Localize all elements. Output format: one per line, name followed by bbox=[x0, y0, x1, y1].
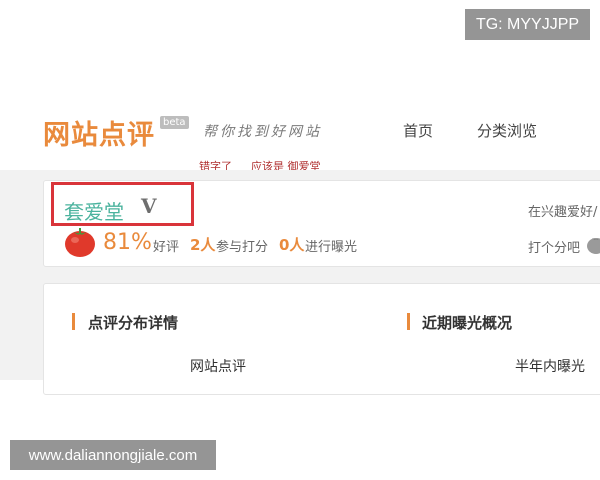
raters-label: 参与打分 bbox=[216, 240, 269, 255]
site-logo[interactable]: 网站点评 bbox=[43, 113, 155, 152]
nav-category-browse[interactable]: 分类浏览 bbox=[477, 120, 537, 141]
gray-tomato-icon[interactable] bbox=[586, 233, 600, 255]
positive-rate: 81% bbox=[103, 230, 152, 255]
watermark-top: TG: MYYJJPP bbox=[465, 9, 590, 40]
exposure-count: 0人 bbox=[279, 236, 305, 254]
section-marker-right bbox=[407, 313, 410, 330]
details-card bbox=[43, 283, 600, 395]
rate-prompt[interactable]: 打个分吧 bbox=[528, 237, 580, 256]
half-year-exposure-subtitle: 半年内曝光 bbox=[515, 359, 585, 375]
recent-exposure-title: 近期曝光概况 bbox=[422, 314, 513, 332]
review-distribution-title: 点评分布详情 bbox=[88, 314, 179, 332]
category-link[interactable]: 在兴趣爱好/ bbox=[528, 201, 597, 220]
positive-rate-label: 好评 bbox=[153, 240, 180, 255]
raters-count: 2人 bbox=[190, 236, 216, 254]
watermark-bottom: www.daliannongjiale.com bbox=[10, 440, 216, 470]
nav-home[interactable]: 首页 bbox=[403, 120, 433, 141]
beta-badge: beta bbox=[160, 116, 189, 129]
section-marker-left bbox=[72, 313, 75, 330]
tomato-icon bbox=[65, 228, 95, 257]
site-review-subtitle: 网站点评 bbox=[190, 359, 246, 375]
exposure-label: 进行曝光 bbox=[305, 240, 358, 255]
highlight-box bbox=[51, 182, 194, 226]
slogan: 帮你找到好网站 bbox=[203, 124, 322, 140]
